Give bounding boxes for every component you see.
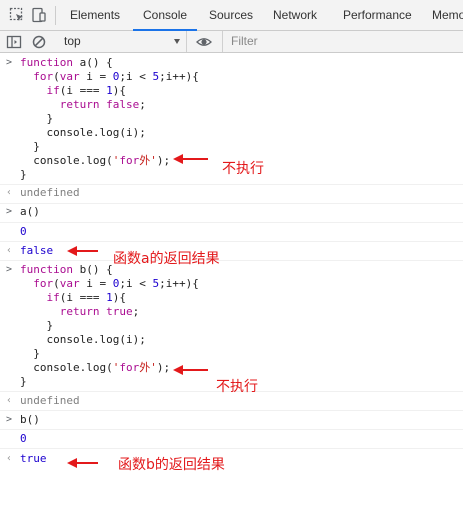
code-line: } xyxy=(20,347,40,360)
divider xyxy=(0,203,463,204)
filter-input[interactable] xyxy=(227,33,463,49)
clear-console-icon[interactable] xyxy=(31,34,47,50)
tab-sources[interactable]: Sources xyxy=(209,0,253,30)
annotation-return-b: 函数b的返回结果 xyxy=(118,457,225,473)
code-line: console.log('for外'); xyxy=(20,361,171,374)
code-line: } xyxy=(20,319,54,332)
inspect-element-icon[interactable] xyxy=(9,7,25,23)
code-line: console.log(i); xyxy=(20,126,146,139)
annotation-not-executed: 不执行 xyxy=(216,379,258,395)
return-arrow-icon: ‹ xyxy=(6,245,13,256)
divider xyxy=(0,222,463,223)
eye-icon[interactable] xyxy=(196,34,212,50)
divider xyxy=(0,184,463,185)
chevron-right-icon: > xyxy=(6,264,13,275)
chevron-right-icon: > xyxy=(6,57,13,68)
divider xyxy=(0,429,463,430)
return-arrow-icon: ‹ xyxy=(6,395,13,406)
chevron-right-icon: > xyxy=(6,206,13,217)
device-toolbar-icon[interactable] xyxy=(31,7,47,23)
tab-memory[interactable]: Memo xyxy=(432,0,463,30)
return-arrow-icon: ‹ xyxy=(6,453,13,464)
devtools-tab-bar: Elements Console Sources Network Perform… xyxy=(0,0,463,31)
log-output: 0 xyxy=(20,225,27,238)
code-line: } xyxy=(20,140,40,153)
annotation-arrow-left-icon xyxy=(67,246,98,256)
code-line: return true; xyxy=(59,305,140,318)
result-value: undefined xyxy=(20,394,80,407)
show-sidebar-icon[interactable] xyxy=(6,34,22,50)
code-line: for(var i = 0;i < 5;i++){ xyxy=(33,277,199,290)
code-line: return false; xyxy=(59,98,146,111)
context-label: top xyxy=(64,34,81,48)
toolbar-divider xyxy=(55,6,56,25)
code-line: for(var i = 0;i < 5;i++){ xyxy=(33,70,199,83)
console-toolbar: top xyxy=(0,31,463,53)
call-expression: b() xyxy=(20,413,40,426)
divider xyxy=(0,260,463,261)
code-line: } xyxy=(20,112,54,125)
code-line: function a() { xyxy=(20,56,113,69)
code-line: if(i === 1){ xyxy=(46,291,126,304)
divider xyxy=(0,241,463,242)
divider xyxy=(0,448,463,449)
chevron-down-icon xyxy=(174,39,180,44)
tab-performance[interactable]: Performance xyxy=(343,0,412,30)
code-line: function b() { xyxy=(20,263,113,276)
tab-elements[interactable]: Elements xyxy=(70,0,120,30)
call-expression: a() xyxy=(20,205,40,218)
code-line: console.log(i); xyxy=(20,333,146,346)
log-output: 0 xyxy=(20,432,27,445)
code-line: if(i === 1){ xyxy=(46,84,126,97)
annotation-arrow-left-icon xyxy=(173,365,208,375)
filter-box xyxy=(222,31,463,52)
tab-console[interactable]: Console xyxy=(133,0,198,31)
result-value: false xyxy=(20,244,54,257)
return-arrow-icon: ‹ xyxy=(6,187,13,198)
annotation-return-a: 函数a的返回结果 xyxy=(113,251,220,267)
tab-network[interactable]: Network xyxy=(273,0,317,30)
divider xyxy=(0,410,463,411)
annotation-arrow-left-icon xyxy=(173,154,208,164)
annotation-not-executed: 不执行 xyxy=(222,161,264,177)
result-value: undefined xyxy=(20,186,80,199)
annotation-arrow-left-icon xyxy=(67,458,98,468)
context-selector[interactable]: top xyxy=(58,31,187,52)
chevron-right-icon: > xyxy=(6,414,13,425)
result-value: true xyxy=(20,452,47,465)
